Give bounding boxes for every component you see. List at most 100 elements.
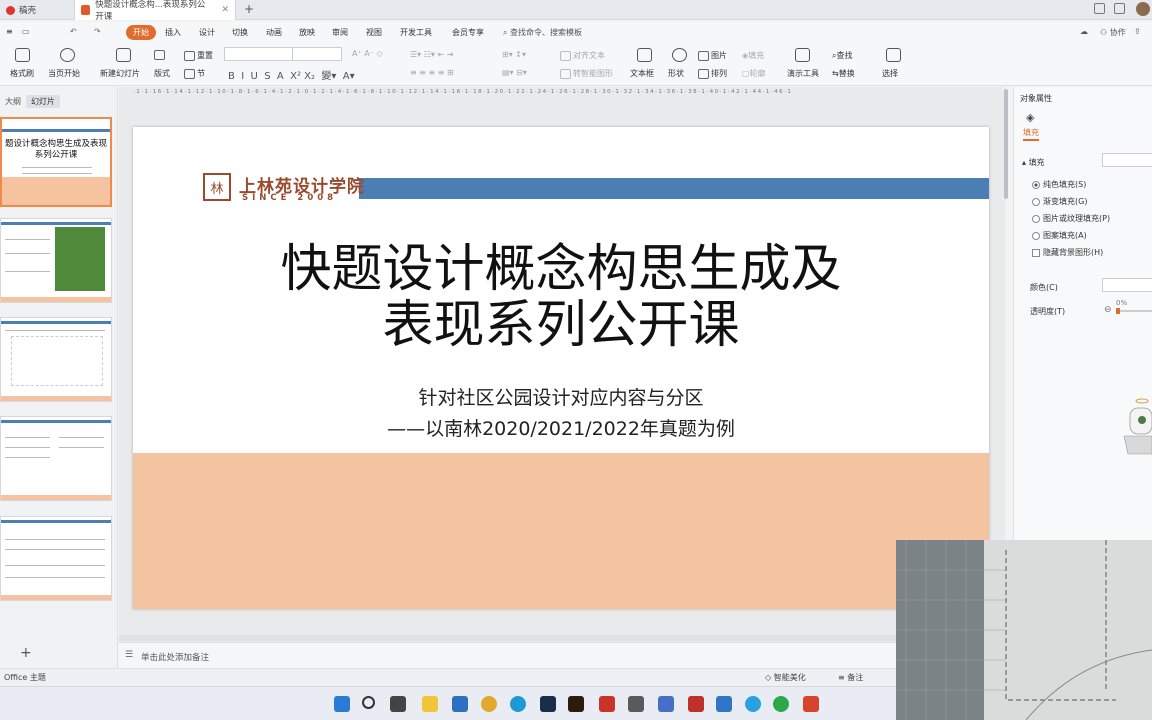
columns-icons[interactable]: ▤▾ ⊟▾ (502, 68, 527, 77)
vertical-scrollbar[interactable] (1004, 89, 1008, 199)
smart-beautify-button[interactable]: ◇ 智能美化 (765, 672, 806, 683)
undo-icon[interactable]: ↶ (66, 25, 81, 38)
layout-button[interactable]: 版式 (154, 68, 170, 79)
illustrator-icon[interactable] (568, 696, 584, 712)
menu-review[interactable]: 审阅 (328, 25, 352, 40)
wechat-icon[interactable] (773, 696, 789, 712)
find-button[interactable]: ⌕查找 (832, 50, 852, 61)
slide-thumbnail-3[interactable] (0, 317, 112, 402)
tab-fill[interactable]: 填充 (1023, 127, 1039, 141)
slider-handle[interactable] (1116, 308, 1120, 314)
mail-icon[interactable] (452, 696, 468, 712)
fill-button[interactable]: ◈填充 (742, 50, 764, 61)
layout-icon[interactable] (154, 50, 167, 60)
file-menu-icon[interactable]: ≡ (2, 25, 17, 38)
fill-bucket-icon[interactable]: ◈ (1026, 111, 1034, 124)
menu-slideshow[interactable]: 放映 (295, 25, 319, 40)
notes-toggle-button[interactable]: ≡ 备注 (838, 672, 863, 683)
start-icon[interactable] (334, 696, 350, 712)
layout-icon[interactable] (1094, 3, 1105, 14)
task-view-icon[interactable] (390, 696, 406, 712)
menu-insert[interactable]: 插入 (161, 25, 185, 40)
tab-document[interactable]: 快题设计概念构...表现系列公开课 ✕ (74, 0, 236, 22)
wps-icon[interactable] (803, 696, 819, 712)
slide-thumbnail-5[interactable] (0, 516, 112, 601)
replace-button[interactable]: ⇆替换 (832, 68, 855, 79)
add-slide-button[interactable]: + (20, 645, 32, 661)
photoshop-icon[interactable] (540, 696, 556, 712)
align-text-button[interactable]: 对齐文本 (560, 50, 605, 61)
menu-start[interactable]: 开始 (126, 25, 156, 40)
tab-slides[interactable]: 幻灯片 (26, 95, 60, 108)
fill-section-toggle[interactable]: ▴ 填充 (1022, 157, 1045, 168)
section-button[interactable]: 节 (184, 68, 205, 79)
menu-design[interactable]: 设计 (195, 25, 219, 40)
window-icon[interactable] (1114, 3, 1125, 14)
autocad-icon[interactable] (688, 696, 704, 712)
hide-background-checkbox[interactable]: 隐藏背景图形(H) (1032, 247, 1103, 258)
line-spacing-icons[interactable]: ⊞▾ ↕▾ (502, 50, 526, 59)
menu-member[interactable]: 会员专享 (448, 25, 488, 40)
chrome-icon[interactable] (481, 696, 497, 712)
minus-icon[interactable]: ⊖ (1104, 305, 1112, 315)
option-solid-fill[interactable]: 纯色填充(S) (1032, 179, 1086, 190)
avatar[interactable] (1136, 2, 1150, 16)
tab-home[interactable]: 稿壳 (0, 0, 72, 20)
new-slide-button[interactable]: 新建幻灯片 (100, 68, 140, 79)
textbox-button[interactable]: 文本框 (630, 68, 654, 79)
align-icons[interactable]: ≡ ≡ ≡ ≡ ⊞ (410, 68, 454, 77)
slide-subtitle-1[interactable]: 针对社区公园设计对应内容与分区 (133, 383, 989, 410)
transparency-slider[interactable] (1116, 308, 1152, 314)
presenter-tools-button[interactable]: 演示工具 (787, 68, 819, 79)
format-painter-button[interactable]: 格式刷 (10, 68, 34, 79)
fill-type-select[interactable] (1102, 153, 1152, 167)
new-tab-button[interactable]: + (244, 2, 254, 16)
list-icons[interactable]: ☰▾ ☷▾ ⇤ ⇥ (410, 50, 453, 59)
cloud-sync-icon[interactable]: ☁ (1080, 27, 1088, 36)
thumb-line (5, 239, 50, 240)
file-explorer-icon[interactable] (422, 696, 438, 712)
font-size-select[interactable] (292, 47, 342, 61)
slide-subtitle-2[interactable]: ——以南林2020/2021/2022年真题为例 (133, 414, 989, 441)
save-icon[interactable]: ▭ (18, 25, 34, 38)
slide-thumbnail-1[interactable]: 题设计概念构思生成及表现系列公开课 (0, 117, 112, 207)
menu-developer[interactable]: 开发工具 (396, 25, 436, 40)
option-gradient-fill[interactable]: 渐变填充(G) (1032, 196, 1087, 207)
option-pattern-fill[interactable]: 图案填充(A) (1032, 230, 1087, 241)
assistant-mascot-icon[interactable] (1118, 392, 1152, 458)
arrange-button[interactable]: 排列 (698, 68, 727, 79)
horizontal-scrollbar[interactable] (119, 635, 1005, 641)
outline-button[interactable]: ▢轮廓 (742, 68, 766, 79)
command-search[interactable]: ⌕ 查找命令、搜索模板 (503, 27, 582, 38)
menu-animation[interactable]: 动画 (262, 25, 286, 40)
search-icon[interactable] (362, 696, 375, 709)
tab-outline[interactable]: 大纲 (0, 95, 26, 108)
picture-button[interactable]: 图片 (698, 50, 727, 61)
edge-icon[interactable] (510, 696, 526, 712)
redo-icon[interactable]: ↷ (90, 25, 105, 38)
reset-button[interactable]: 重置 (184, 50, 213, 61)
color-picker[interactable] (1102, 278, 1152, 292)
collab-button[interactable]: ⚇ 协作 (1100, 27, 1126, 38)
notes-pane[interactable]: ☰ 单击此处添加备注 (119, 642, 1005, 668)
app-icon[interactable] (658, 696, 674, 712)
convert-smartart-button[interactable]: 转智能图形 (560, 68, 613, 79)
option-picture-fill[interactable]: 图片或纹理填充(P) (1032, 213, 1110, 224)
menu-view[interactable]: 视图 (362, 25, 386, 40)
slide-title[interactable]: 快题设计概念构思生成及 表现系列公开课 (133, 242, 989, 354)
share-icon[interactable]: ⇪ (1134, 27, 1141, 36)
slide-thumbnail-2[interactable] (0, 218, 112, 303)
font-grow-icon[interactable]: A⁺ A⁻ ◇ (352, 49, 383, 58)
security-icon[interactable] (599, 696, 615, 712)
app-icon[interactable] (716, 696, 732, 712)
menu-transition[interactable]: 切换 (228, 25, 252, 40)
slide-thumbnail-4[interactable] (0, 416, 112, 501)
current-slide[interactable]: 林 上林苑设计学院 SINCE 2008 快题设计概念构思生成及 表现系列公开课… (133, 127, 989, 609)
app-icon[interactable] (745, 696, 761, 712)
app-icon[interactable] (628, 696, 644, 712)
shape-button[interactable]: 形状 (668, 68, 684, 79)
select-button[interactable]: 选择 (882, 68, 898, 79)
close-tab-icon[interactable]: ✕ (221, 5, 229, 15)
play-from-current-button[interactable]: 当页开始 (48, 68, 80, 79)
text-format-icons[interactable]: B I U S A X² X₂ 變▾ A▾ (228, 67, 355, 82)
